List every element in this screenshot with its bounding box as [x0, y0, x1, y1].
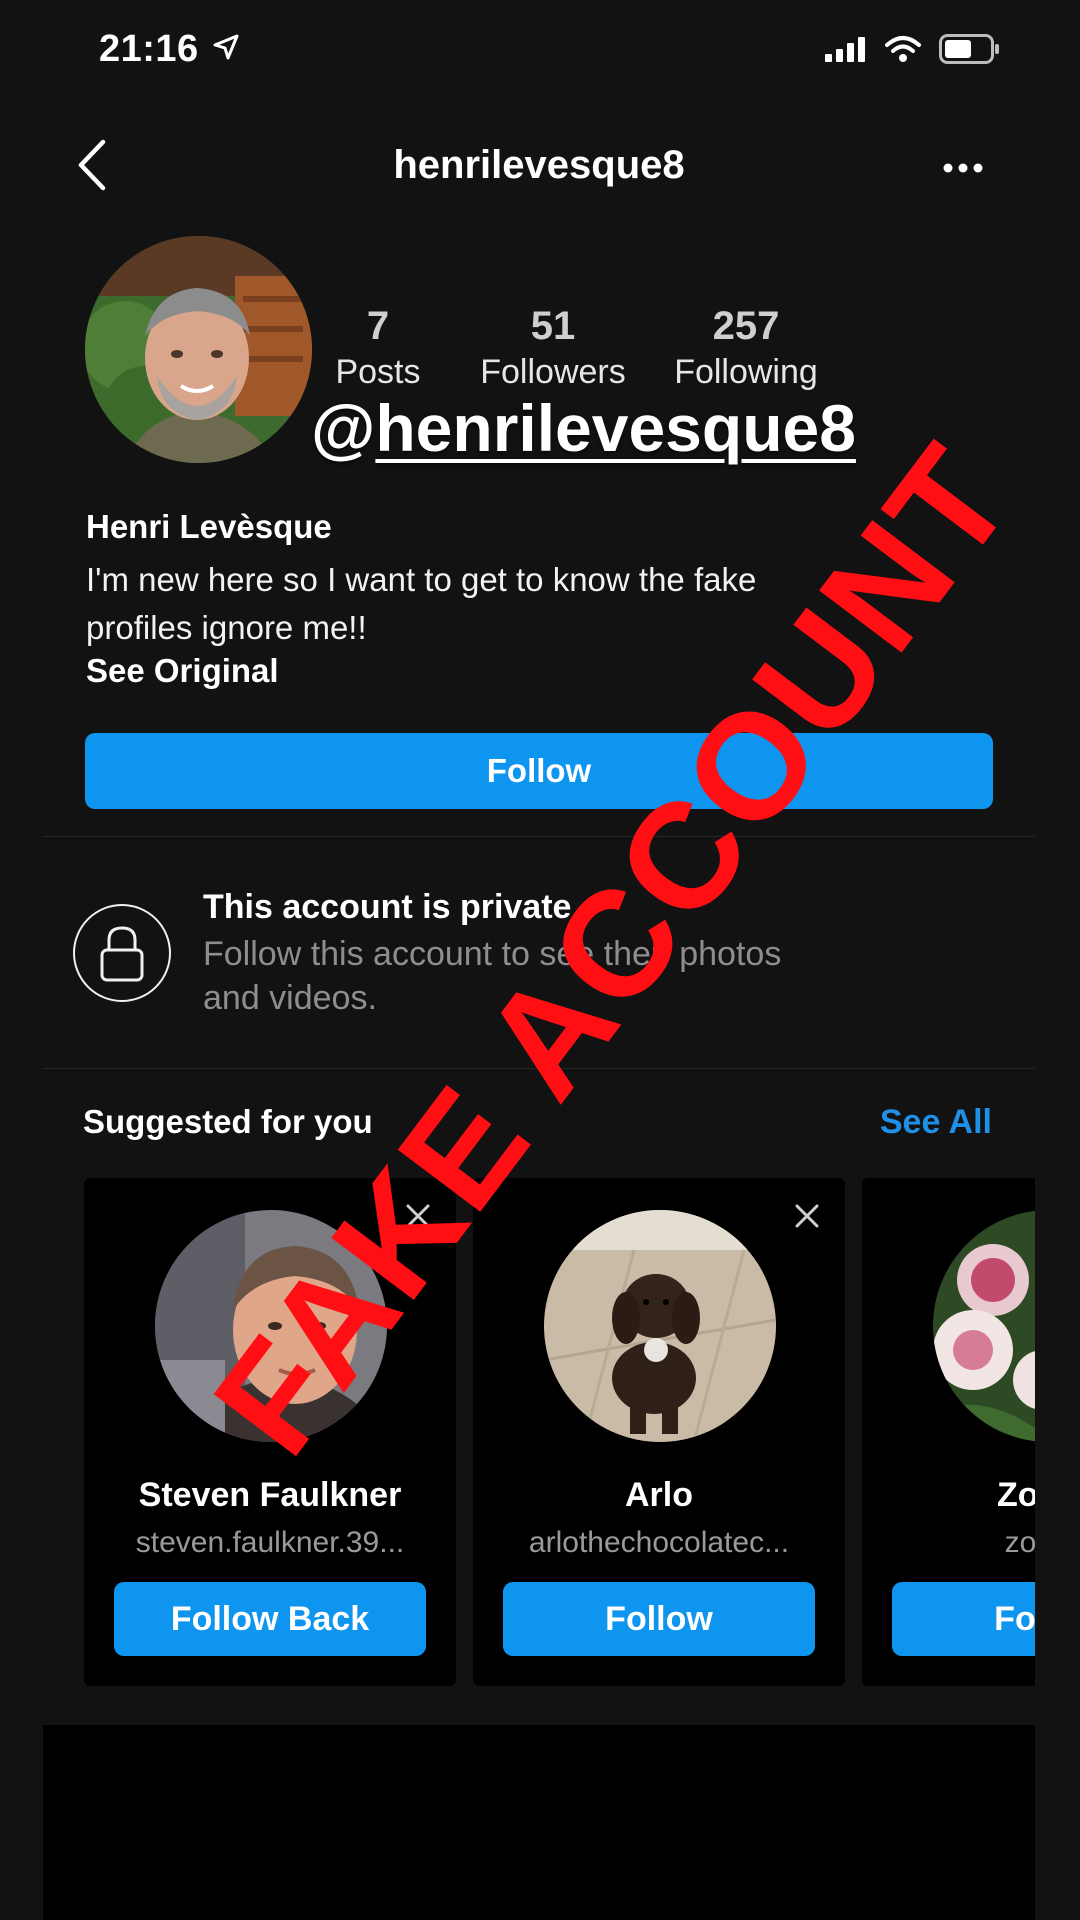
- status-icons: [825, 34, 1001, 69]
- stat-posts[interactable]: 7 Posts: [315, 304, 441, 392]
- location-arrow-icon: [213, 34, 239, 65]
- close-icon[interactable]: [795, 1204, 819, 1233]
- divider: [43, 836, 1035, 837]
- stat-followers-label: Followers: [480, 353, 626, 391]
- screen: 21:16 henrilevesque8 7 Posts 51 Follower…: [43, 0, 1035, 1920]
- private-title: This account is private: [203, 888, 572, 926]
- follow-button[interactable]: Follow: [892, 1582, 1035, 1656]
- suggested-title: Suggested for you: [83, 1103, 373, 1140]
- see-all-link[interactable]: See All: [880, 1103, 992, 1142]
- suggestion-username: zoe_w: [1004, 1526, 1035, 1559]
- profile-name: Henri Levèsque: [86, 508, 332, 545]
- stat-following[interactable]: 257 Following: [653, 304, 839, 392]
- signal-icon: [825, 36, 867, 67]
- battery-icon: [939, 34, 1001, 69]
- suggestion-avatar[interactable]: [544, 1210, 776, 1442]
- app-frame: 21:16 henrilevesque8 7 Posts 51 Follower…: [0, 0, 1080, 1920]
- handle-overlay: @henrilevesque8: [311, 390, 856, 466]
- stat-following-count: 257: [712, 304, 780, 348]
- suggestion-card[interactable]: Arlo arlothechocolatec... Follow: [473, 1178, 845, 1686]
- stat-posts-label: Posts: [335, 353, 421, 391]
- page-title: henrilevesque8: [393, 143, 685, 187]
- suggestion-avatar[interactable]: [933, 1210, 1035, 1442]
- suggestion-name: Arlo: [625, 1476, 693, 1514]
- stat-posts-count: 7: [366, 304, 390, 348]
- stat-followers[interactable]: 51 Followers: [463, 304, 643, 392]
- handle-overlay-at: @: [311, 391, 376, 465]
- lock-icon: [73, 904, 171, 1002]
- bottom-area: [43, 1725, 1035, 1920]
- suggestion-name: Zoe W: [997, 1476, 1035, 1514]
- stat-following-label: Following: [674, 353, 818, 391]
- see-original-link[interactable]: See Original: [86, 652, 279, 690]
- wifi-icon: [885, 35, 921, 68]
- suggestion-card[interactable]: Zoe W zoe_w Follow: [862, 1178, 1035, 1686]
- suggestion-username: steven.faulkner.39...: [135, 1526, 405, 1559]
- suggestion-name: Steven Faulkner: [138, 1476, 402, 1514]
- stat-followers-count: 51: [530, 304, 576, 348]
- handle-overlay-text: henrilevesque8: [375, 391, 856, 465]
- follow-button[interactable]: Follow: [503, 1582, 815, 1656]
- follow-back-button[interactable]: Follow Back: [114, 1582, 426, 1656]
- profile-avatar[interactable]: [85, 236, 312, 463]
- suggestion-username: arlothechocolatec...: [528, 1526, 790, 1559]
- more-dots-icon[interactable]: [943, 160, 983, 178]
- status-time: 21:16: [99, 28, 199, 70]
